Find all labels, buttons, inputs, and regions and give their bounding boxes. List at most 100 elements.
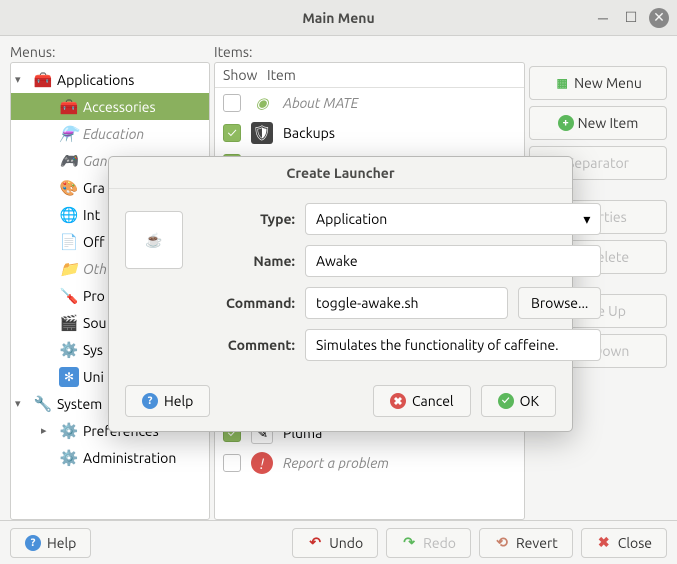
category-icon: 📁 (59, 259, 79, 279)
button-label: Help (164, 393, 193, 409)
close-button[interactable]: ✕ (649, 8, 669, 28)
help-icon: ? (142, 393, 158, 409)
tree-label: Off (83, 234, 105, 250)
close-button-footer[interactable]: ✖ Close (581, 528, 667, 558)
type-select[interactable]: Application ▾ (305, 203, 601, 235)
redo-icon: ↷ (401, 535, 417, 551)
minimize-button[interactable]: ─ (593, 8, 613, 28)
administration-icon: ⚙️ (59, 448, 79, 468)
show-checkbox[interactable] (223, 454, 241, 472)
ok-icon: ✓ (498, 393, 514, 409)
item-label: Backups (283, 125, 335, 141)
menus-label: Menus: (10, 44, 210, 60)
tree-label: Sou (83, 315, 107, 331)
category-icon: 🎬 (59, 313, 79, 333)
expander-icon[interactable]: ▾ (15, 397, 29, 410)
app-icon: ◉ (251, 92, 273, 114)
item-label: About MATE (283, 95, 358, 111)
revert-button[interactable]: ⟲ Revert (479, 528, 573, 558)
dialog-ok-button[interactable]: ✓ OK (481, 385, 556, 417)
chevron-down-icon: ▾ (583, 211, 590, 228)
dialog-cancel-button[interactable]: ✖ Cancel (373, 385, 471, 417)
help-icon: ? (25, 535, 41, 551)
tree-label: Sys (83, 342, 103, 358)
new-menu-button[interactable]: ▦New Menu (529, 66, 667, 100)
maximize-button[interactable]: ☐ (621, 8, 641, 28)
undo-button[interactable]: ↶ Undo (292, 528, 378, 558)
window-title: Main Menu (302, 10, 374, 26)
tree-label: Gra (83, 180, 105, 196)
category-icon: 📄 (59, 232, 79, 252)
tree-label: Education (83, 126, 144, 142)
item-label: Report a problem (283, 455, 389, 471)
command-label: Command: (195, 295, 295, 311)
type-label: Type: (195, 211, 295, 227)
footer: ? Help ↶ Undo ↷Redo ⟲ Revert ✖ Close (0, 520, 677, 564)
category-icon: 🎨 (59, 178, 79, 198)
button-label: Cancel (412, 393, 454, 409)
comment-label: Comment: (195, 337, 295, 353)
item-row[interactable]: ◉ About MATE (215, 88, 524, 118)
item-row[interactable]: ! Report a problem (215, 448, 524, 478)
new-item-button[interactable]: +New Item (529, 106, 667, 140)
tree-label: Accessories (83, 99, 156, 115)
undo-icon: ↶ (307, 535, 323, 551)
coffee-icon: ☕ (145, 232, 162, 249)
category-icon: 🪛 (59, 286, 79, 306)
tree-root-applications[interactable]: ▾ 🧰 Applications (11, 66, 209, 93)
button-label: Separator (567, 155, 629, 171)
category-icon: 🧰 (59, 97, 79, 117)
tree-label: Oth (83, 261, 107, 277)
dialog-help-button[interactable]: ? Help (125, 385, 210, 417)
window-controls: ─ ☐ ✕ (593, 8, 669, 28)
help-button[interactable]: ? Help (10, 528, 91, 558)
revert-icon: ⟲ (494, 535, 510, 551)
button-label: Close (618, 535, 652, 551)
button-label: OK (520, 393, 539, 409)
show-checkbox[interactable] (223, 94, 241, 112)
item-row[interactable]: ✓ 🛡 Backups (215, 118, 524, 148)
create-launcher-dialog: Create Launcher ☕ Type: Application ▾ Na… (108, 156, 573, 432)
redo-button[interactable]: ↷Redo (386, 528, 471, 558)
name-input[interactable] (305, 245, 601, 277)
category-icon: 🌐 (59, 205, 79, 225)
launcher-icon-button[interactable]: ☕ (125, 211, 183, 269)
items-header: Show Item (215, 63, 524, 88)
tree-label: Int (83, 207, 100, 223)
tree-item-administration[interactable]: ⚙️ Administration (11, 444, 209, 471)
button-label: Undo (329, 535, 363, 551)
button-label: Revert (516, 535, 558, 551)
dialog-body: ☕ Type: Application ▾ Name: Command: Bro… (109, 189, 572, 375)
tree-item-education[interactable]: ⚗️ Education (11, 120, 209, 147)
button-label: Help (47, 535, 76, 551)
cancel-icon: ✖ (390, 393, 406, 409)
tree-label: System (57, 396, 102, 412)
name-label: Name: (195, 253, 295, 269)
tree-label: Uni (83, 369, 104, 385)
expander-icon[interactable]: ▸ (41, 424, 55, 437)
plus-icon: + (558, 115, 574, 131)
items-label: Items: (214, 44, 525, 60)
tree-item-accessories[interactable]: 🧰 Accessories (11, 93, 209, 120)
header-show: Show (223, 67, 267, 83)
tree-label: Applications (57, 72, 134, 88)
category-icon: ✻ (59, 367, 79, 387)
tree-label: Pro (83, 288, 105, 304)
header-item: Item (267, 67, 296, 83)
category-icon: ⚙️ (59, 340, 79, 360)
app-icon: 🛡 (251, 122, 273, 144)
category-icon: ⚗️ (59, 124, 79, 144)
dialog-footer: ? Help ✖ Cancel ✓ OK (109, 375, 572, 431)
comment-input[interactable] (305, 329, 601, 361)
dialog-title: Create Launcher (109, 157, 572, 189)
expander-icon[interactable]: ▾ (15, 73, 29, 86)
close-icon: ✖ (596, 535, 612, 551)
tree-label: Administration (83, 450, 176, 466)
command-input[interactable] (305, 287, 508, 319)
button-label: New Menu (574, 75, 642, 91)
tree-label: Gan (83, 153, 108, 169)
new-menu-icon: ▦ (554, 75, 570, 91)
preferences-icon: ⚙️ (59, 421, 79, 441)
show-checkbox[interactable]: ✓ (223, 124, 241, 142)
browse-button[interactable]: Browse... (518, 287, 601, 319)
